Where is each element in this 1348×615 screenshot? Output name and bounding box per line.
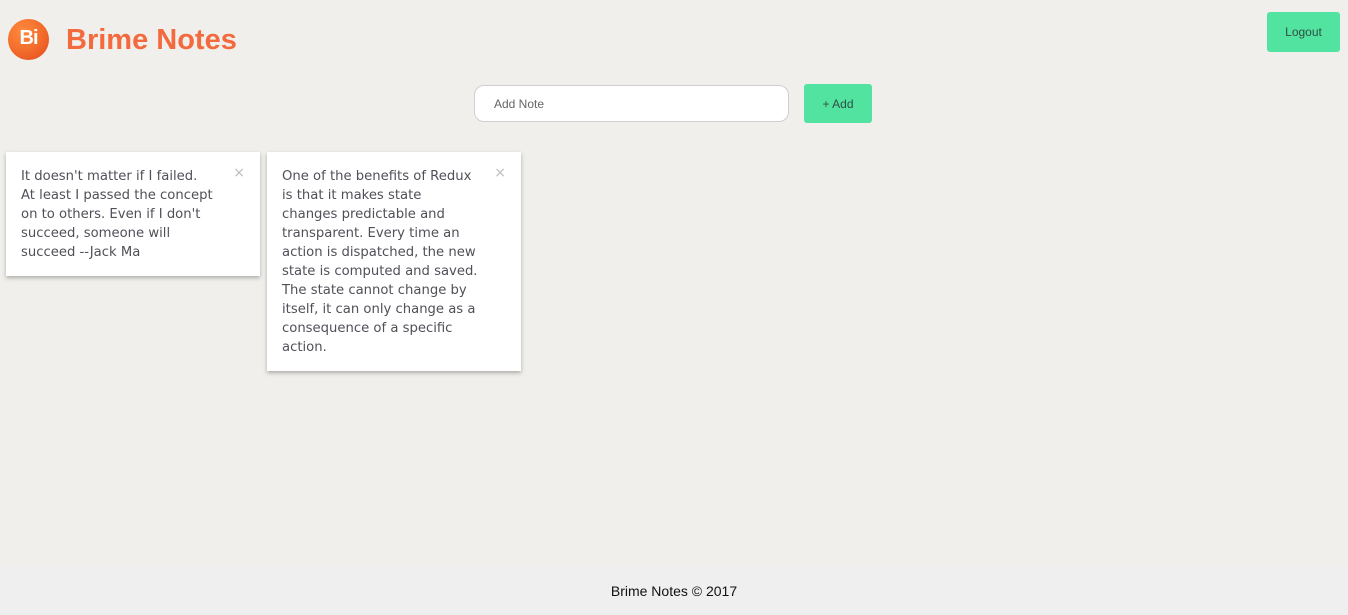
close-icon[interactable]: × [233, 166, 245, 180]
app-header: Bi Brime Notes Logout [0, 0, 1348, 80]
logout-button[interactable]: Logout [1267, 12, 1340, 52]
note-text: One of the benefits of Redux is that it … [282, 169, 478, 355]
note-card: One of the benefits of Redux is that it … [267, 152, 521, 371]
brand-logo-icon: Bi [8, 19, 49, 60]
app-footer: Brime Notes © 2017 [0, 566, 1348, 615]
footer-copyright: Brime Notes © 2017 [610, 583, 738, 599]
add-note-button[interactable]: + Add [804, 84, 872, 123]
note-card: It doesn't matter if I failed. At least … [6, 152, 260, 276]
close-icon[interactable]: × [494, 166, 506, 180]
add-note-input[interactable] [474, 85, 789, 122]
logo-letters: Bi [19, 27, 39, 49]
note-text: It doesn't matter if I failed. At least … [21, 169, 213, 260]
app-title: Brime Notes [66, 24, 237, 56]
